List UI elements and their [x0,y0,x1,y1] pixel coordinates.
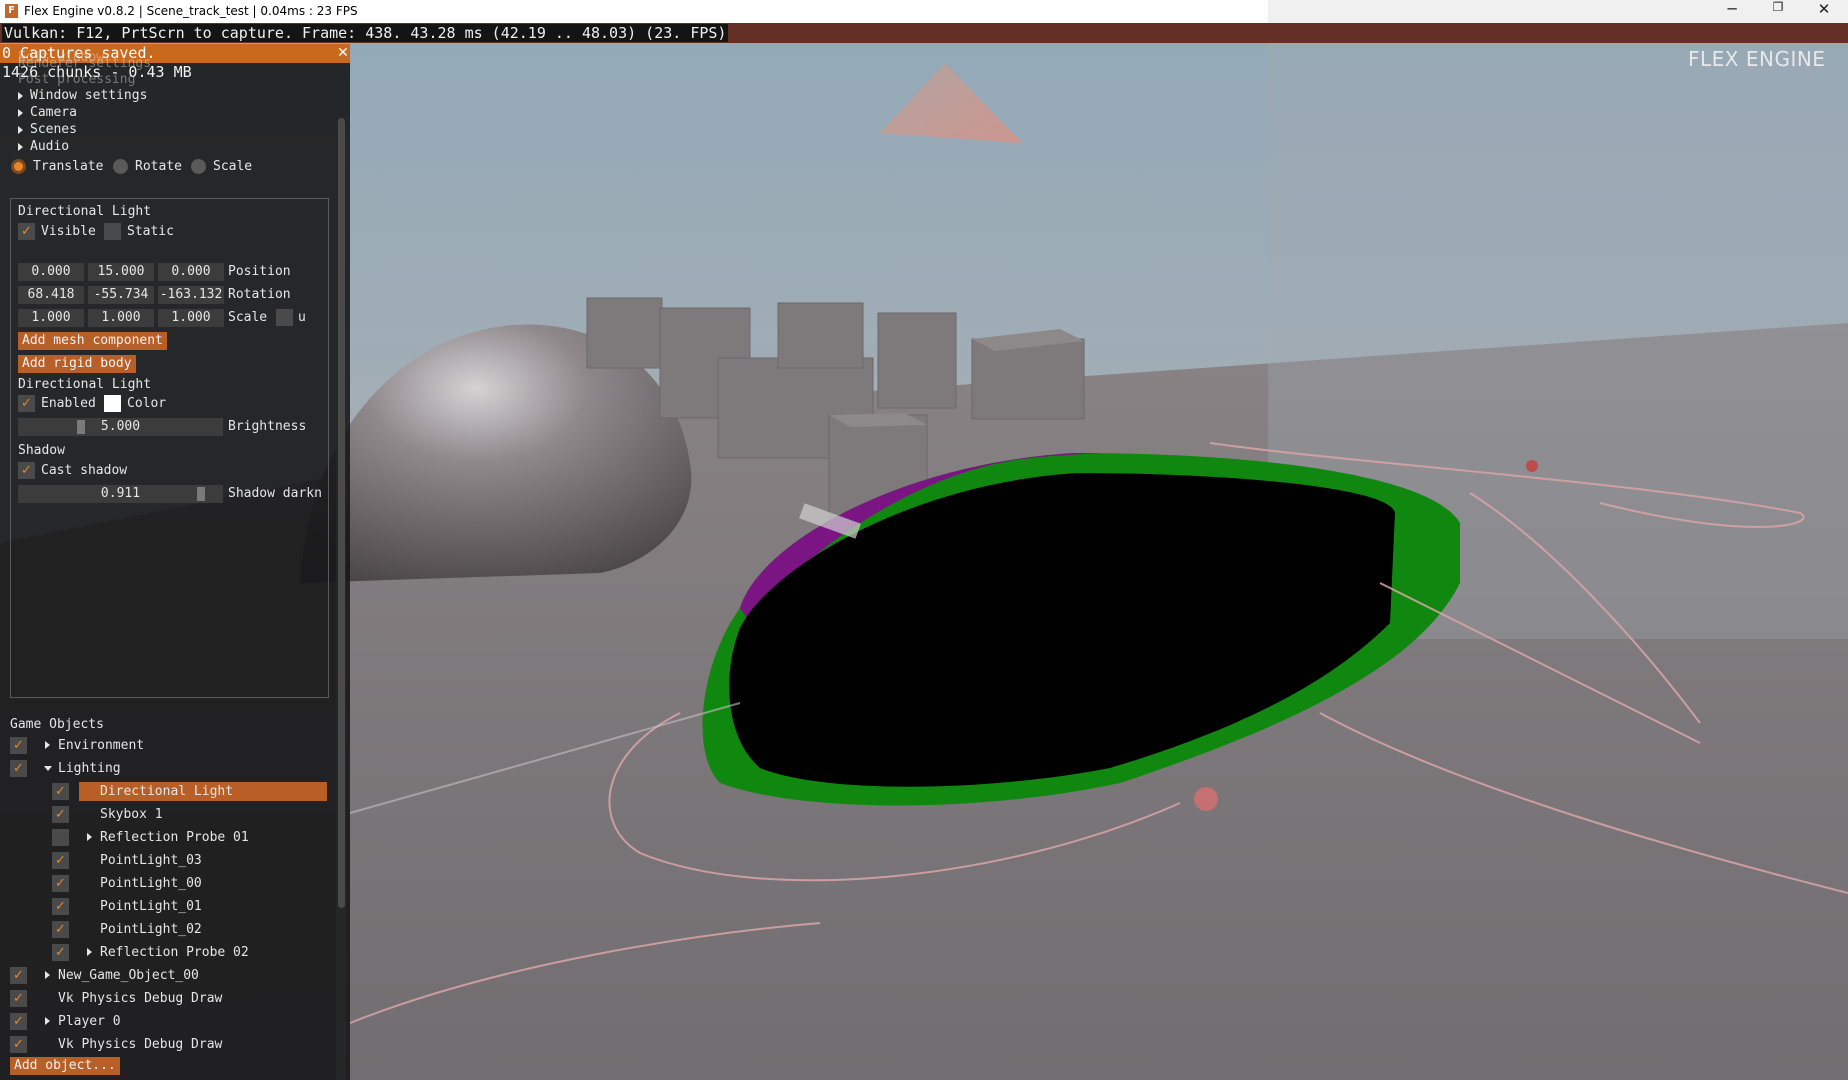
light-color-swatch[interactable] [104,395,121,412]
cast-shadow-checkbox[interactable]: ✓ [18,462,35,479]
brightness-slider[interactable]: 5.000 [18,418,223,436]
visible-checkbox[interactable]: ✓ [18,223,35,240]
game-object-label[interactable]: Environment [58,738,144,754]
expand-arrow-icon [18,126,23,134]
add-object-button[interactable]: Add object... [10,1057,120,1075]
game-object-label[interactable]: Vk Physics Debug Draw [58,1037,222,1053]
expand-arrow-icon [18,143,23,151]
section-scenes[interactable]: Scenes [30,122,77,138]
app-icon: F [5,4,18,18]
add-rigid-body-button[interactable]: Add rigid body [18,355,136,373]
window-title: Flex Engine v0.8.2 | Scene_track_test | … [24,4,358,18]
game-object-label[interactable]: PointLight_01 [100,899,202,915]
shadow-header: Shadow [18,443,65,458]
position-label: Position [228,264,291,279]
static-label: Static [127,224,174,239]
scale-radio[interactable] [191,159,206,174]
game-object-label[interactable]: New_Game_Object_00 [58,968,199,984]
game-object-checkbox[interactable]: ✓ [52,875,69,892]
rotation-y-field[interactable]: -55.734 [88,286,154,304]
position-x-field[interactable]: 0.000 [18,263,84,281]
game-objects-header: Game Objects [10,717,104,732]
shadow-darkness-label: Shadow darkn [228,486,322,501]
game-object-checkbox[interactable]: ✓ [10,737,27,754]
expand-arrow-icon [18,109,23,117]
capture-status-text: Vulkan: F12, PrtScrn to capture. Frame: … [2,24,729,42]
game-object-label[interactable]: Player 0 [58,1014,121,1030]
game-object-checkbox[interactable]: ✓ [52,921,69,938]
game-object-checkbox[interactable]: ✓ [10,990,27,1007]
expand-arrow-icon [18,92,23,100]
collapse-arrow-icon[interactable] [44,766,52,771]
translate-label: Translate [33,159,104,174]
shadow-darkness-slider[interactable]: 0.911 [18,485,223,503]
brightness-label: Brightness [228,419,307,434]
game-object-checkbox[interactable] [52,829,69,846]
static-checkbox[interactable] [104,223,121,240]
expand-arrow-icon[interactable] [87,833,92,841]
position-y-field[interactable]: 15.000 [88,263,154,281]
game-object-checkbox[interactable]: ✓ [52,806,69,823]
game-object-label[interactable]: Vk Physics Debug Draw [58,991,222,1007]
game-object-label[interactable]: Skybox 1 [100,807,163,823]
uniform-scale-label: u [298,310,306,325]
game-object-checkbox[interactable]: ✓ [52,898,69,915]
game-object-checkbox[interactable]: ✓ [52,944,69,961]
scale-mode-label: Scale [213,159,253,174]
restore-button[interactable]: ❐ [1755,0,1801,23]
engine-logo: FLEX ENGINE [1688,47,1826,71]
game-object-label[interactable]: PointLight_00 [100,876,202,892]
shadow-darkness-value: 0.911 [100,486,141,501]
light-component-header: Directional Light [18,377,152,392]
scale-z-field[interactable]: 1.000 [158,309,224,327]
game-object-checkbox[interactable]: ✓ [10,1036,27,1053]
visible-label: Visible [41,224,96,239]
minimize-button[interactable]: ─ [1709,0,1755,23]
panel-scrollbar-thumb[interactable] [338,118,345,908]
memory-chunks-text: 1426 chunks - 0.43 MB [2,63,192,81]
uniform-scale-checkbox[interactable] [276,309,293,326]
enabled-checkbox[interactable]: ✓ [18,395,35,412]
brightness-slider-handle[interactable] [77,420,85,434]
scale-x-field[interactable]: 1.000 [18,309,84,327]
color-label: Color [127,396,167,411]
scale-y-field[interactable]: 1.000 [88,309,154,327]
rotate-label: Rotate [135,159,182,174]
scale-label: Scale [228,310,268,325]
game-object-checkbox[interactable]: ✓ [10,760,27,777]
rotate-radio[interactable] [113,159,128,174]
game-object-label[interactable]: Reflection Probe 02 [100,945,249,961]
shadow-darkness-slider-handle[interactable] [197,487,205,501]
rotation-x-field[interactable]: 68.418 [18,286,84,304]
translate-radio[interactable] [11,159,26,174]
section-window-settings[interactable]: Window settings [30,88,147,104]
expand-arrow-icon[interactable] [45,971,50,979]
game-object-label[interactable]: Lighting [58,761,121,777]
section-audio[interactable]: Audio [30,139,69,155]
add-mesh-component-button[interactable]: Add mesh component [18,332,167,350]
game-object-checkbox[interactable]: ✓ [10,967,27,984]
expand-arrow-icon[interactable] [45,1017,50,1025]
game-object-checkbox[interactable]: ✓ [52,852,69,869]
cast-shadow-label: Cast shadow [41,463,128,478]
inspector-object-name: Directional Light [18,204,152,219]
game-object-label[interactable]: Reflection Probe 01 [100,830,249,846]
expand-arrow-icon[interactable] [87,948,92,956]
expand-arrow-icon[interactable] [45,741,50,749]
enabled-label: Enabled [41,396,96,411]
game-object-checkbox[interactable]: ✓ [10,1013,27,1030]
game-object-label[interactable]: Directional Light [100,784,233,800]
game-object-label[interactable]: PointLight_02 [100,922,202,938]
position-z-field[interactable]: 0.000 [158,263,224,281]
rotation-label: Rotation [228,287,291,302]
section-camera[interactable]: Camera [30,105,77,121]
brightness-value: 5.000 [100,419,141,434]
close-window-button[interactable]: ✕ [1801,0,1847,23]
rotation-z-field[interactable]: -163.132 [158,286,224,304]
game-object-checkbox[interactable]: ✓ [52,783,69,800]
window-titlebar: F Flex Engine v0.8.2 | Scene_track_test … [0,0,1848,24]
game-object-label[interactable]: PointLight_03 [100,853,202,869]
captures-close-icon[interactable]: ✕ [336,44,350,62]
